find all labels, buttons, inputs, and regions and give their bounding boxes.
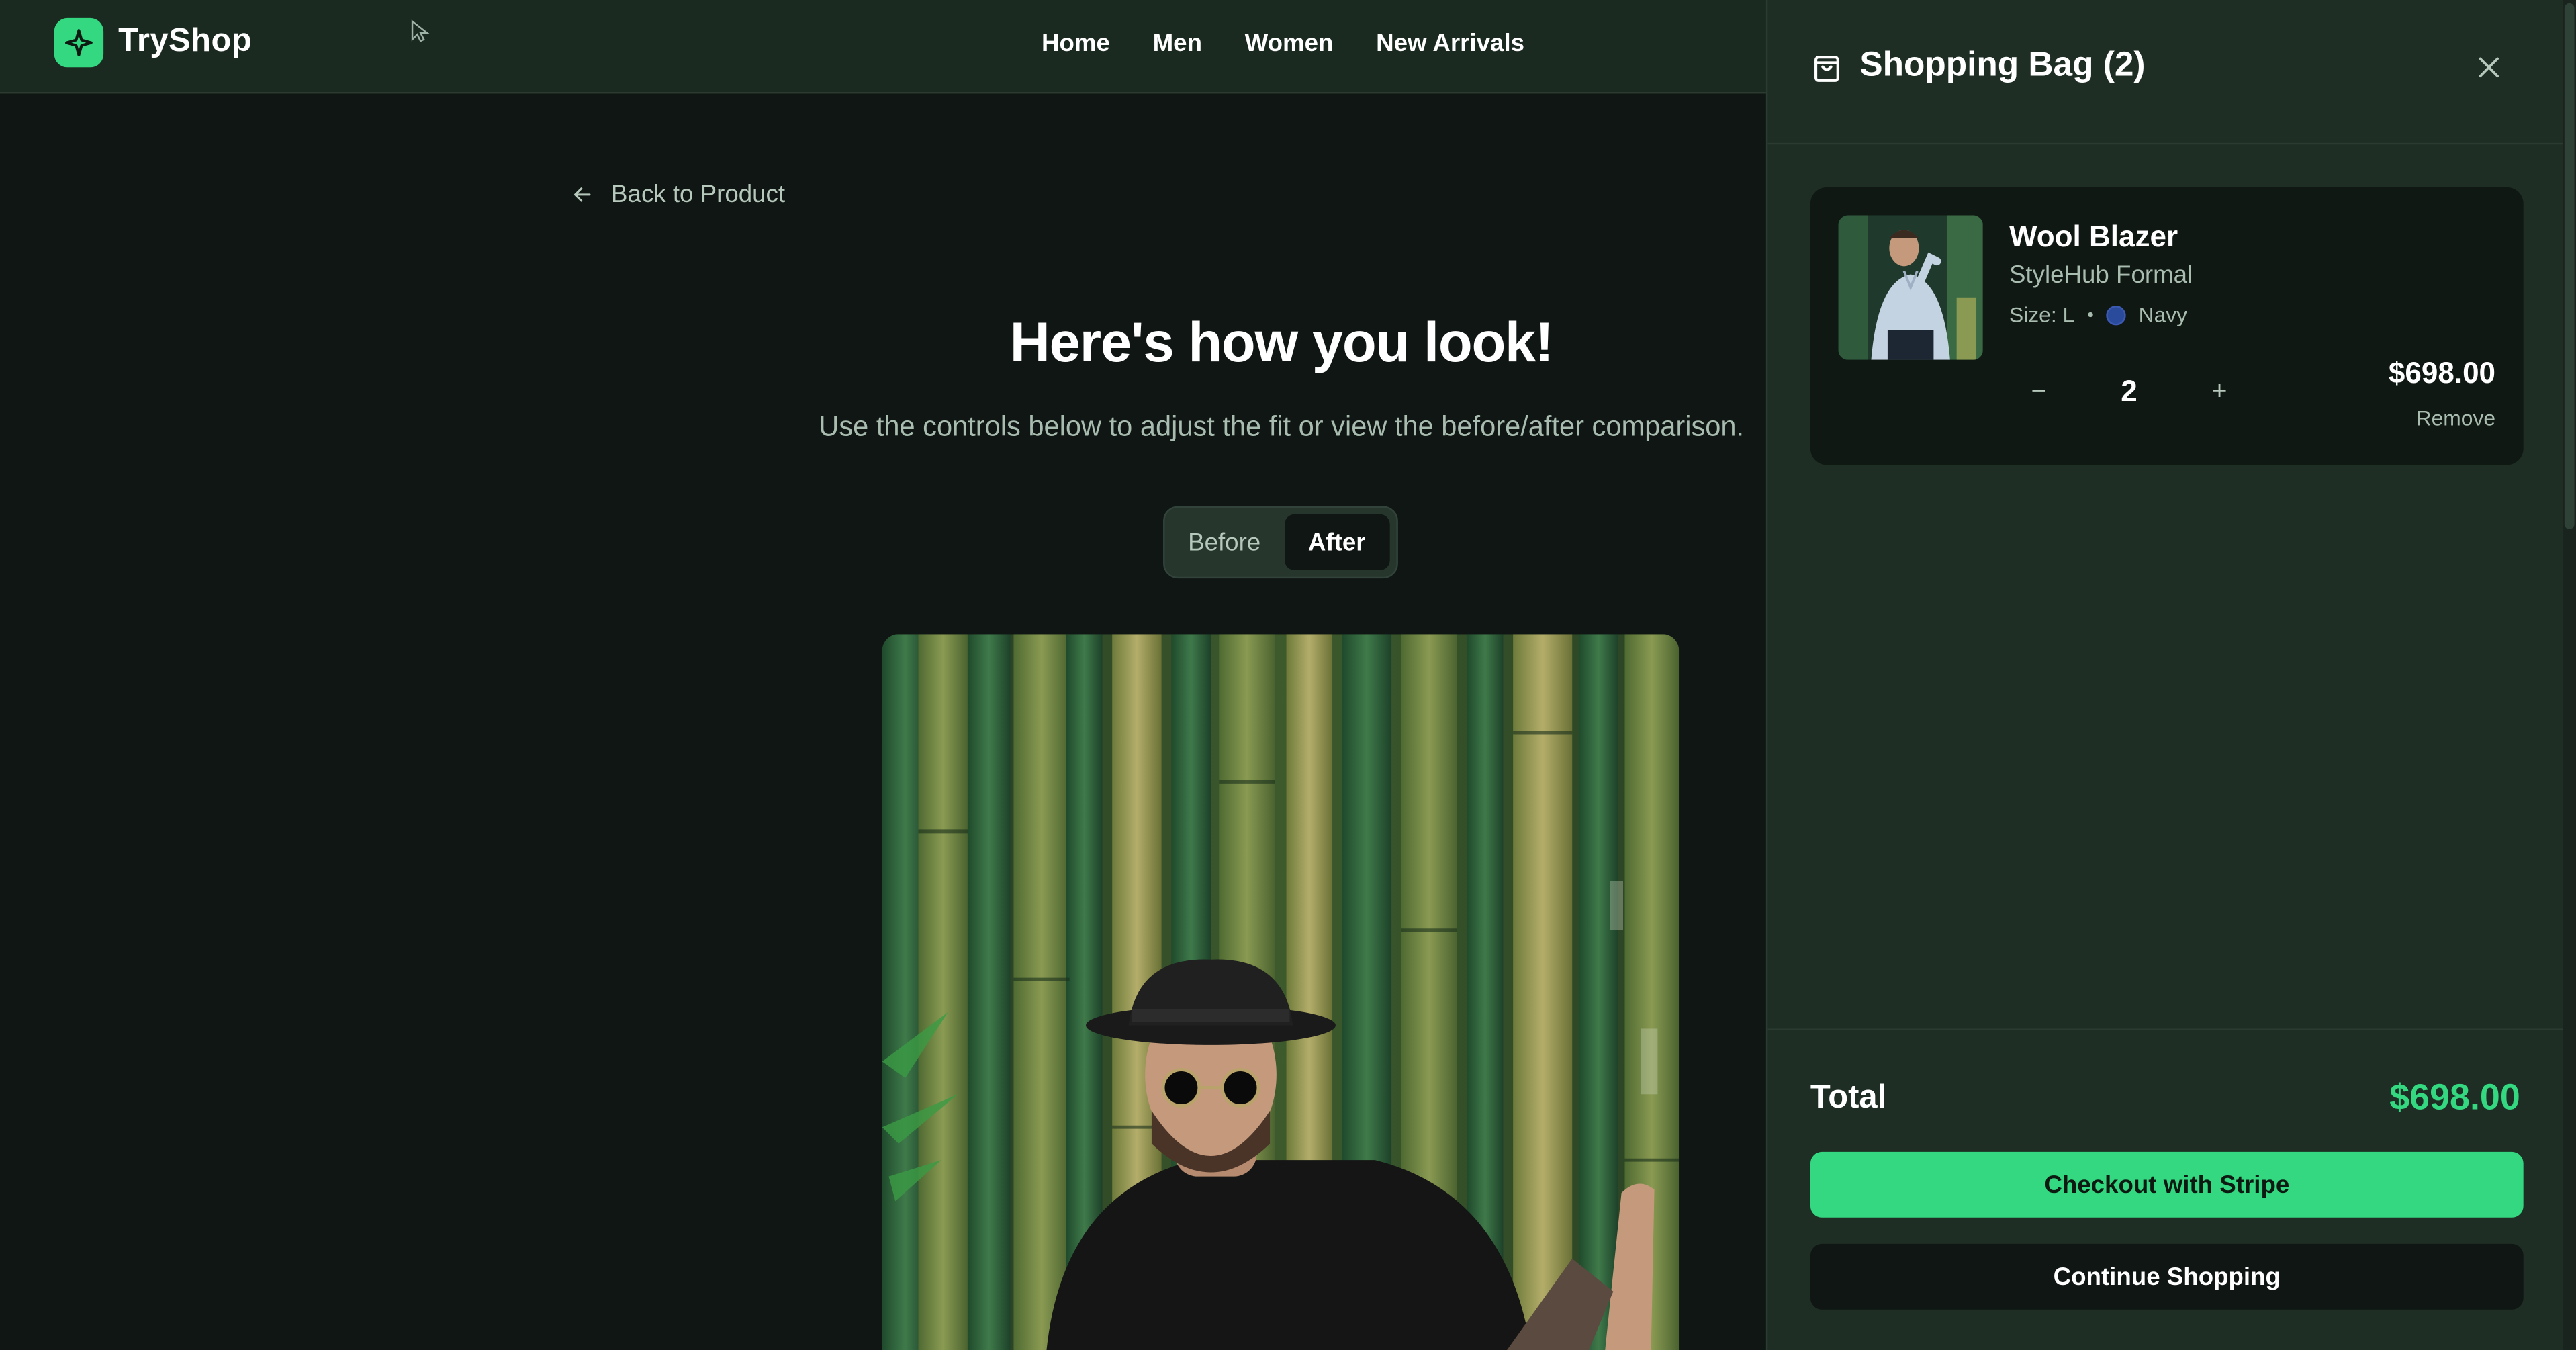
item-name[interactable]: Wool Blazer (2009, 220, 2178, 255)
before-after-toggle: Before After (1163, 506, 1398, 579)
item-price: $698.00 (2388, 356, 2496, 390)
quantity-stepper: − 2 + (2025, 375, 2232, 409)
nav-home[interactable]: Home (1042, 30, 1110, 58)
item-color: Navy (2138, 302, 2188, 327)
close-icon[interactable] (2474, 52, 2503, 82)
quantity-value: 2 (2121, 374, 2137, 408)
color-swatch (2105, 304, 2126, 325)
main-nav: Home Men Women New Arrivals (1042, 30, 1524, 58)
item-size: Size: L (2009, 302, 2075, 327)
back-label: Back to Product (611, 181, 786, 209)
increase-quantity-button[interactable]: + (2207, 377, 2233, 406)
footer-divider (1767, 1028, 2565, 1030)
remove-item-button[interactable]: Remove (2416, 406, 2495, 431)
scrollbar-thumb[interactable] (2564, 3, 2575, 529)
back-to-product-link[interactable]: Back to Product (570, 181, 785, 209)
total-label: Total (1810, 1079, 1887, 1116)
app-root: TryShop Home Men Women New Arrivals Back… (0, 0, 2576, 1350)
mouse-cursor-icon (411, 19, 430, 42)
logo-mark[interactable] (54, 17, 104, 68)
checkout-button[interactable]: Checkout with Stripe (1810, 1151, 2524, 1218)
nav-men[interactable]: Men (1153, 30, 1202, 58)
sparkle-icon (65, 29, 93, 56)
drawer-title: Shopping Bag (2) (1859, 46, 2146, 84)
before-option[interactable]: Before (1171, 514, 1277, 570)
after-option[interactable]: After (1283, 514, 1390, 570)
continue-shopping-button[interactable]: Continue Shopping (1810, 1243, 2524, 1310)
brand-name[interactable]: TryShop (118, 23, 252, 60)
cart-item: Wool Blazer StyleHub Formal Size: L Navy… (1810, 187, 2524, 465)
total-value: $698.00 (2389, 1076, 2520, 1118)
separator-dot (2087, 312, 2093, 318)
item-meta: Size: L Navy (2009, 302, 2187, 327)
arrow-left-icon (574, 187, 591, 202)
nav-women[interactable]: Women (1245, 30, 1334, 58)
item-brand: StyleHub Formal (2009, 261, 2193, 289)
try-on-result-image (882, 634, 1680, 1350)
shopping-bag-drawer: Shopping Bag (2) Wool Blazer StyleHub Fo… (1765, 0, 2565, 1350)
bamboo-portrait-illustration (882, 634, 1680, 1350)
drawer-header: Shopping Bag (2) (1767, 0, 2565, 145)
item-thumbnail[interactable] (1838, 215, 1983, 360)
product-thumbnail-illustration (1838, 215, 1983, 360)
decrease-quantity-button[interactable]: − (2025, 377, 2052, 406)
nav-new-arrivals[interactable]: New Arrivals (1376, 30, 1524, 58)
shopping-bag-icon (1814, 56, 1839, 82)
